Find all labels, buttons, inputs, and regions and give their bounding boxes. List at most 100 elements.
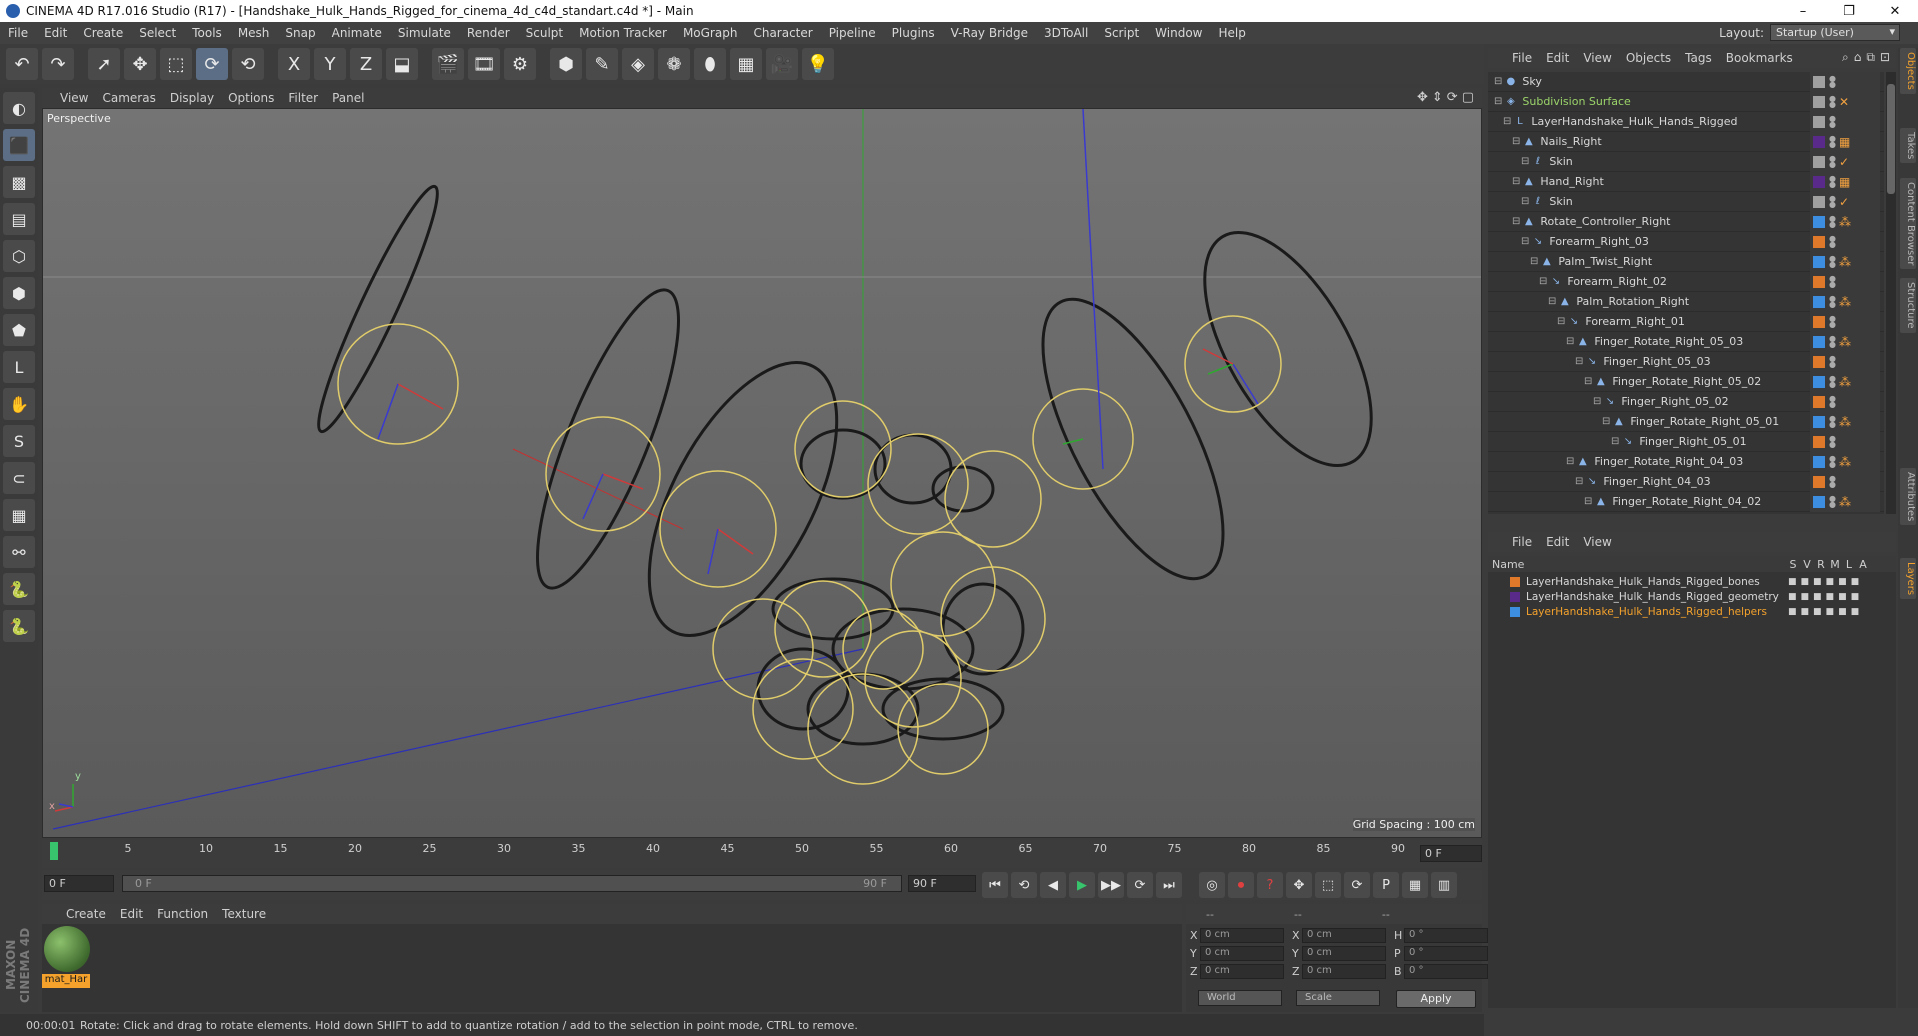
object-tag-icon[interactable]: ✓ (1839, 155, 1849, 169)
start-frame-field[interactable]: 0 F (44, 875, 114, 892)
object-row[interactable]: ⊟ ℓ Skin ● ● ✓ (1488, 151, 1884, 172)
object-menu-bookmarks[interactable]: Bookmarks (1726, 51, 1793, 65)
side-tab-structure[interactable]: Structure (1900, 278, 1916, 333)
layer-color-swatch[interactable] (1813, 215, 1825, 228)
layer-menu-view[interactable]: View (1583, 535, 1611, 549)
object-row[interactable]: ⊟ ↘ Finger_Right_05_01 ● ● (1488, 431, 1884, 452)
perspective-viewport[interactable]: Perspective y x Grid Spacing : 100 cm (42, 108, 1482, 838)
menu-motion-tracker[interactable]: Motion Tracker (571, 26, 675, 40)
visibility-dots[interactable]: ● ● (1829, 74, 1836, 88)
viewport-menu-view[interactable]: View (60, 91, 88, 105)
select-icon[interactable]: ➚ (88, 48, 120, 80)
layer-menu-file[interactable]: File (1512, 535, 1532, 549)
subdivision-icon[interactable]: ◈ (622, 48, 654, 80)
expand-toggle-icon[interactable]: ⊟ (1494, 96, 1502, 107)
menu-simulate[interactable]: Simulate (390, 26, 459, 40)
render-toggle-icon[interactable]: ■ (1813, 577, 1822, 587)
object-row[interactable]: ⊟ ↘ Forearm_Right_03 ● ● (1488, 231, 1884, 252)
visibility-dots[interactable]: ● ● (1829, 274, 1836, 288)
solo-toggle-icon[interactable]: ■ (1788, 607, 1797, 617)
size-x-field[interactable]: 0 cm (1302, 928, 1386, 943)
material-menu-function[interactable]: Function (157, 907, 208, 921)
expand-toggle-icon[interactable]: ⊟ (1557, 316, 1565, 327)
lock-workplane-icon[interactable]: ⚯ (3, 536, 35, 568)
position-x-field[interactable]: 0 cm (1200, 928, 1284, 943)
apply-button[interactable]: Apply (1396, 990, 1476, 1008)
viewport-menu-panel[interactable]: Panel (332, 91, 364, 105)
object-name[interactable]: Finger_Rotate_Right_05_01 (1630, 415, 1779, 428)
object-row[interactable]: ⊟ ↘ Finger_Right_05_03 ● ● (1488, 351, 1884, 372)
next-key-button[interactable]: ⟳ (1127, 872, 1153, 898)
menu-snap[interactable]: Snap (277, 26, 323, 40)
menu-mograph[interactable]: MoGraph (675, 26, 746, 40)
layer-color-swatch[interactable] (1510, 606, 1520, 617)
object-tag-icon[interactable]: ⁂ (1839, 215, 1851, 229)
object-row[interactable]: ⊟ ▲ Hand_Right ● ● ▦ (1488, 171, 1884, 192)
visibility-dots[interactable]: ● ● (1829, 494, 1836, 508)
visibility-dots[interactable]: ● ● (1829, 154, 1836, 168)
object-row[interactable]: ⊟ ↘ Finger_Right_04_03 ● ● (1488, 471, 1884, 492)
animation-toggle-icon[interactable]: ■ (1851, 607, 1860, 617)
visible-toggle-icon[interactable]: ■ (1801, 577, 1810, 587)
object-name[interactable]: Skin (1549, 195, 1572, 208)
layer-color-swatch[interactable] (1813, 335, 1825, 348)
menu-pipeline[interactable]: Pipeline (821, 26, 884, 40)
object-row[interactable]: ⊟ ▲ Finger_Rotate_Right_05_02 ● ● ⁂ (1488, 371, 1884, 392)
recent-tool-icon[interactable]: ⟲ (232, 48, 264, 80)
pan-view-icon[interactable]: ✥ (1417, 90, 1428, 105)
material-menu-edit[interactable]: Edit (120, 907, 143, 921)
object-name[interactable]: Skin (1549, 155, 1572, 168)
layer-color-swatch[interactable] (1813, 395, 1825, 408)
visibility-dots[interactable]: ● ● (1829, 254, 1836, 268)
visibility-dots[interactable]: ● ● (1829, 194, 1836, 208)
python-icon[interactable]: 🐍 (3, 573, 35, 605)
expand-toggle-icon[interactable]: ⊟ (1539, 276, 1547, 287)
layout-dropdown[interactable]: Startup (User) (1770, 24, 1900, 41)
size-z-field[interactable]: 0 cm (1302, 964, 1386, 979)
toggle-view-icon[interactable]: ▢ (1462, 90, 1474, 105)
polygons-mode-icon[interactable]: ⬟ (3, 314, 35, 346)
object-name[interactable]: Finger_Right_05_01 (1639, 435, 1746, 448)
position-z-field[interactable]: 0 cm (1200, 964, 1284, 979)
layer-color-swatch[interactable] (1813, 315, 1825, 328)
expand-toggle-icon[interactable]: ⊟ (1512, 216, 1520, 227)
timeline-playhead[interactable] (50, 842, 58, 860)
manager-toggle-icon[interactable]: ■ (1826, 607, 1835, 617)
material-menu-create[interactable]: Create (66, 907, 106, 921)
layer-color-swatch[interactable] (1813, 495, 1825, 508)
menu-plugins[interactable]: Plugins (884, 26, 943, 40)
material-preview-thumbnail[interactable] (44, 926, 90, 972)
object-tag-icon[interactable]: ▦ (1839, 135, 1850, 149)
pen-icon[interactable]: ✎ (586, 48, 618, 80)
object-row[interactable]: ⊟ ▲ Palm_Rotation_Right ● ● ⁂ (1488, 291, 1884, 312)
side-tab-attributes[interactable]: Attributes (1900, 468, 1916, 526)
cube-icon[interactable]: ⬢ (550, 48, 582, 80)
object-name[interactable]: Finger_Rotate_Right_04_02 (1612, 495, 1761, 508)
record-key-button[interactable]: ⏺ (1228, 872, 1254, 898)
lock-toggle-icon[interactable]: ■ (1838, 607, 1847, 617)
menu-animate[interactable]: Animate (324, 26, 390, 40)
object-row[interactable]: ⊟ ▲ Finger_Rotate_Right_04_02 ● ● ⁂ (1488, 491, 1884, 512)
magnet-icon[interactable]: ⊂ (3, 462, 35, 494)
object-tag-icon[interactable]: ⁂ (1839, 495, 1851, 509)
visibility-dots[interactable]: ● ● (1829, 434, 1836, 448)
y-axis-icon[interactable]: Y (314, 48, 346, 80)
layer-row[interactable]: LayerHandshake_Hulk_Hands_Rigged_geometr… (1488, 589, 1896, 604)
layer-color-swatch[interactable] (1813, 115, 1825, 128)
z-axis-icon[interactable]: Z (350, 48, 382, 80)
object-row[interactable]: ⊟ ▲ Palm_Twist_Right ● ● ⁂ (1488, 251, 1884, 272)
timeline-window-button[interactable]: ▥ (1431, 872, 1457, 898)
workplane-icon[interactable]: ▤ (3, 203, 35, 235)
expand-toggle-icon[interactable]: ⊟ (1521, 156, 1529, 167)
object-tag-icon[interactable]: ✕ (1839, 95, 1849, 109)
expand-toggle-icon[interactable]: ⊟ (1566, 336, 1574, 347)
tweak-icon[interactable]: ✋ (3, 388, 35, 420)
layer-color-swatch[interactable] (1813, 135, 1825, 148)
rotate-icon[interactable]: ⟳ (196, 48, 228, 80)
object-menu-tags[interactable]: Tags (1685, 51, 1712, 65)
layer-color-swatch[interactable] (1813, 435, 1825, 448)
object-name[interactable]: Palm_Rotation_Right (1576, 295, 1689, 308)
menu-create[interactable]: Create (75, 26, 131, 40)
visibility-dots[interactable]: ● ● (1829, 94, 1836, 108)
expand-toggle-icon[interactable]: ⊟ (1611, 436, 1619, 447)
